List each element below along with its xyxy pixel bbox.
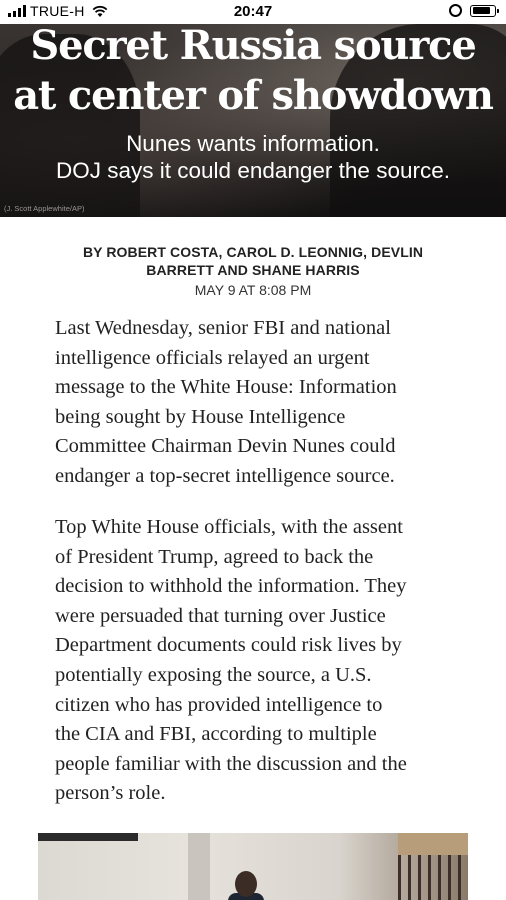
article-paragraph: Last Wednesday, senior FBI and national … [55, 314, 465, 492]
paragraph-line: endanger a top-secret intelligence sourc… [55, 464, 395, 487]
photo-credit: (J. Scott Applewhite/AP) [4, 204, 85, 213]
battery-level [472, 7, 491, 14]
dateline: MAY 9 AT 8:08 PM [194, 282, 312, 298]
photo-shadow [38, 833, 138, 841]
paragraph-line: message to the White House: Information [55, 376, 397, 399]
paragraph-line: Department documents could risk lives by [55, 634, 402, 657]
photo-window [398, 833, 468, 855]
paragraph-line: of President Trump, agreed to back the [55, 545, 374, 568]
photo-railing [398, 855, 468, 900]
headline-line: Secret Russia source [30, 24, 476, 69]
paragraph-line: potentially exposing the source, a U.S. [55, 663, 372, 686]
subheadline-line: Nunes wants information. [126, 131, 380, 156]
paragraph-line: Committee Chairman Devin Nunes could [55, 435, 396, 458]
article-paragraph: Top White House officials, with the asse… [55, 513, 465, 809]
byline: BY ROBERT COSTA, CAROL D. LEONNIG, DEVLI… [40, 243, 466, 279]
paragraph-line: the CIA and FBI, according to multiple [55, 723, 377, 746]
clock: 20:47 [233, 3, 273, 20]
orientation-lock-icon [449, 4, 462, 17]
headline: Secret Russia source at center of showdo… [0, 24, 506, 121]
photo-person-head [235, 871, 257, 897]
hero-image[interactable]: Secret Russia source at center of showdo… [0, 24, 506, 217]
photo-pillar [188, 833, 210, 900]
subheadline-line: DOJ says it could endanger the source. [56, 158, 450, 183]
paragraph-line: being sought by House Intelligence [55, 405, 346, 428]
paragraph-line: people familiar with the discussion and … [55, 752, 407, 775]
status-bar: TRUE-H 20:47 [0, 0, 506, 24]
paragraph-line: intelligence officials relayed an urgent [55, 346, 370, 369]
paragraph-line: decision to withhold the information. Th… [55, 575, 407, 598]
paragraph-line: Last Wednesday, senior FBI and national [55, 317, 391, 339]
battery-icon [470, 4, 499, 17]
paragraph-line: person’s role. [55, 782, 166, 805]
paragraph-line: citizen who has provided intelligence to [55, 693, 383, 716]
byline-line: BY ROBERT COSTA, CAROL D. LEONNIG, DEVLI… [82, 244, 424, 260]
article-photo[interactable] [38, 833, 468, 900]
byline-line: BARRETT AND SHANE HARRIS [146, 262, 360, 278]
subheadline: Nunes wants information. DOJ says it cou… [0, 130, 506, 184]
paragraph-line: Top White House officials, with the asse… [55, 516, 403, 538]
paragraph-line: were persuaded that turning over Justice [55, 604, 386, 627]
headline-line: at center of showdown [13, 72, 494, 119]
status-right [449, 4, 499, 17]
